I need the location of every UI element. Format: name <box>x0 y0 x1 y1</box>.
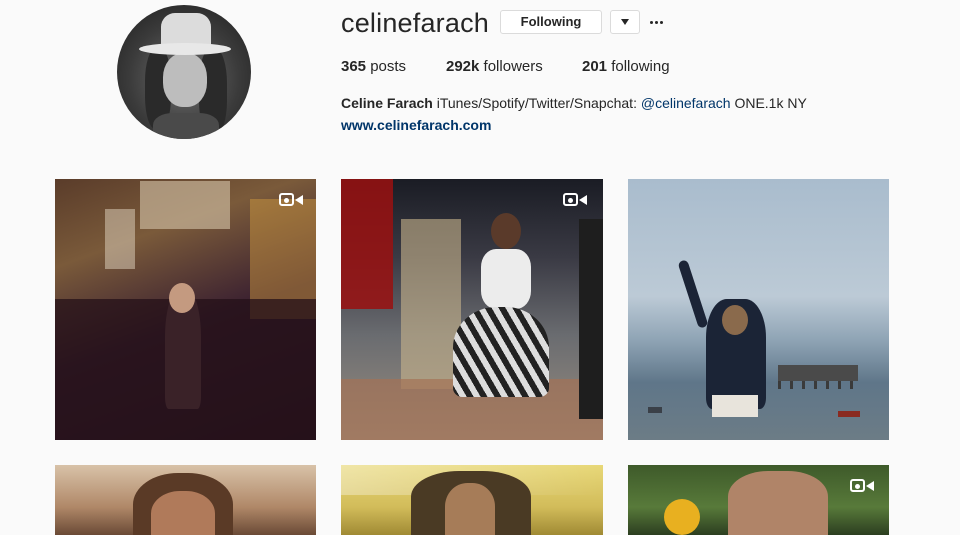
fruit-image <box>664 499 700 535</box>
head-image <box>491 213 521 249</box>
post-tile[interactable] <box>341 465 603 535</box>
more-dot <box>655 21 658 24</box>
avatar-body <box>153 113 219 139</box>
video-icon-dot <box>568 198 573 203</box>
video-icon <box>279 191 305 209</box>
sign-board-image <box>140 181 230 229</box>
followers-label: followers <box>483 58 543 75</box>
post-tile[interactable] <box>55 179 316 440</box>
pole-image <box>579 219 603 419</box>
boat-image <box>648 407 662 413</box>
skirt-image <box>453 307 549 397</box>
more-dot <box>660 21 663 24</box>
shorts-image <box>712 395 758 417</box>
profile-avatar[interactable] <box>117 5 251 139</box>
boat-image <box>838 411 860 417</box>
more-dot <box>650 21 653 24</box>
bio-full-name: Celine Farach <box>341 95 433 111</box>
video-icon <box>850 477 876 495</box>
person-image <box>728 471 828 535</box>
post-tile[interactable] <box>341 179 603 440</box>
suggestions-dropdown-button[interactable] <box>610 10 640 34</box>
posts-count-stat: 365 posts <box>341 58 406 75</box>
pier-pillars-image <box>778 381 858 389</box>
followers-count-stat[interactable]: 292k followers <box>446 58 543 75</box>
video-icon-dot <box>855 484 860 489</box>
more-options-icon[interactable] <box>650 10 664 34</box>
face-image <box>151 491 215 535</box>
pier-image <box>778 365 858 381</box>
following-button[interactable]: Following <box>500 10 602 34</box>
following-count: 201 <box>582 58 608 75</box>
shop-counter-image <box>401 219 461 389</box>
video-icon-dot <box>284 198 289 203</box>
profile-username: celinefarach <box>341 8 489 38</box>
posts-label: posts <box>370 58 407 75</box>
following-count-stat[interactable]: 201 following <box>582 58 670 75</box>
profile-bio: Celine Farach iTunes/Spotify/Twitter/Sna… <box>341 95 807 111</box>
posts-count: 365 <box>341 58 367 75</box>
bio-text: iTunes/Spotify/Twitter/Snapchat: <box>436 95 637 111</box>
video-icon-lens <box>866 481 874 491</box>
head-image <box>722 305 748 335</box>
bio-text-after: ONE.1k NY <box>734 95 807 111</box>
avatar-face <box>163 53 207 107</box>
sign-board-image <box>105 209 135 269</box>
post-tile[interactable] <box>628 179 889 440</box>
profile-website-link[interactable]: www.celinefarach.com <box>341 117 491 133</box>
avatar-hat-brim <box>139 43 231 55</box>
following-label: following <box>611 58 670 75</box>
video-icon-lens <box>295 195 303 205</box>
chevron-down-icon <box>621 19 629 25</box>
followers-count: 292k <box>446 58 480 75</box>
bio-mention-link[interactable]: @celinefarach <box>641 95 731 111</box>
top-image <box>481 249 531 309</box>
post-tile[interactable] <box>628 465 889 535</box>
video-icon <box>563 191 589 209</box>
face-image <box>445 483 495 535</box>
post-tile[interactable] <box>55 465 316 535</box>
raised-arm-image <box>677 259 709 329</box>
face-image <box>169 283 195 313</box>
neon-sign-image <box>341 179 393 309</box>
video-icon-lens <box>579 195 587 205</box>
